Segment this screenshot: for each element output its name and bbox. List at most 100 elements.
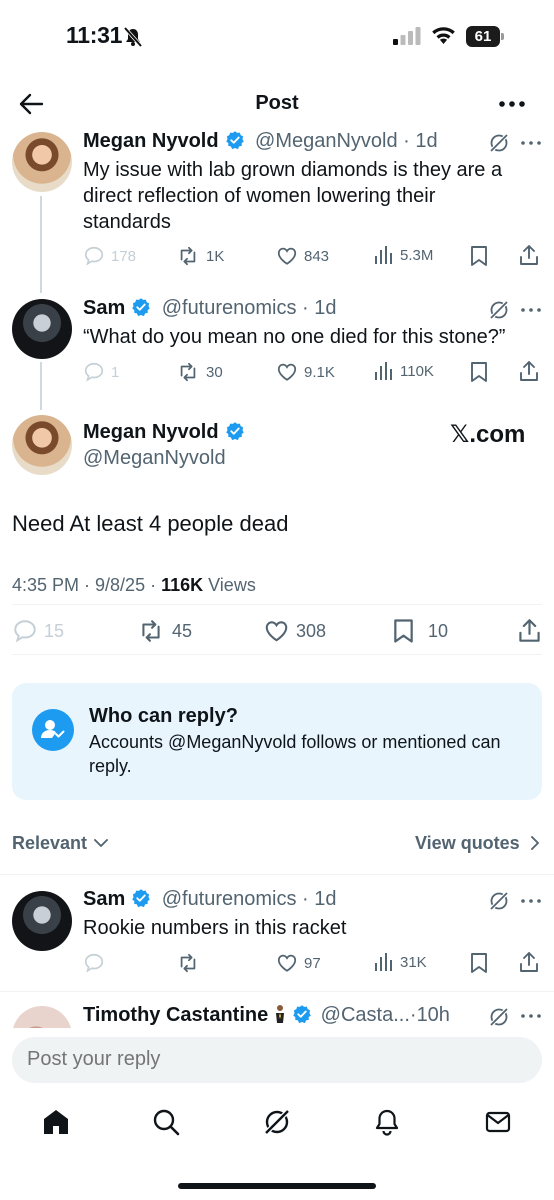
verified-badge-icon <box>293 1005 311 1024</box>
reply-bubble-icon <box>14 620 36 643</box>
thread-connector <box>40 362 42 410</box>
thread-connector <box>40 196 42 293</box>
verified-badge-icon <box>132 298 150 317</box>
battery-level: 61 <box>474 28 492 45</box>
view-count: 116K <box>161 575 204 595</box>
bookmark-button[interactable] <box>470 361 488 383</box>
tweet-more-button[interactable] <box>521 899 541 903</box>
share-button[interactable] <box>518 618 541 643</box>
suit-emoji-icon <box>276 1005 285 1023</box>
avatar[interactable] <box>12 132 72 192</box>
views-button[interactable]: 110K <box>374 361 434 381</box>
post-text: Need At least 4 people dead <box>12 511 289 536</box>
repost-button[interactable]: 1K <box>176 245 224 267</box>
nav-search-button[interactable] <box>152 1108 180 1136</box>
tweet-text: My issue with lab grown diamonds is they… <box>83 159 503 233</box>
grok-icon <box>489 1007 509 1027</box>
heart-icon <box>277 247 297 265</box>
reply-button[interactable]: 178 <box>83 245 136 267</box>
share-icon <box>519 619 540 642</box>
analytics-bars-icon <box>375 246 392 264</box>
repost-button[interactable] <box>176 952 200 974</box>
battery-indicator: 61 <box>466 26 504 47</box>
bookmark-icon <box>471 953 487 973</box>
verified-badge-icon <box>225 131 244 150</box>
author-name[interactable]: Timothy Castantine <box>83 1004 268 1026</box>
home-icon <box>44 1110 68 1134</box>
home-indicator <box>178 1183 376 1189</box>
search-icon <box>153 1109 180 1136</box>
reply-text: Rookie numbers in this racket <box>83 917 347 939</box>
repost-button[interactable]: 30 <box>176 361 223 383</box>
avatar[interactable] <box>12 415 72 475</box>
author-name[interactable]: Sam <box>83 888 125 910</box>
reply-button[interactable] <box>83 952 105 974</box>
reply-bubble-icon <box>84 953 104 973</box>
reply-bubble-icon <box>84 246 104 266</box>
reply-author-line: Sam @futurenomics · 1d <box>83 888 337 910</box>
tweet-text: “What do you mean no one died for this s… <box>83 326 506 348</box>
tweet-author-line: Megan Nyvold @MeganNyvold · 1d <box>83 130 438 152</box>
tweet-more-button[interactable] <box>521 1014 541 1018</box>
bookmark-button[interactable] <box>470 952 488 974</box>
heart-icon <box>265 621 288 642</box>
nav-home-button[interactable] <box>42 1108 70 1136</box>
grok-button[interactable] <box>489 300 509 320</box>
more-dots-icon <box>521 141 541 145</box>
page-title: Post <box>255 92 299 114</box>
share-icon <box>520 361 538 381</box>
bookmark-button[interactable]: 10 <box>393 618 448 644</box>
author-name[interactable]: Sam <box>83 297 125 319</box>
post-age: 10h <box>416 1004 450 1026</box>
views-button[interactable]: 31K <box>374 952 427 972</box>
back-button[interactable] <box>18 91 44 117</box>
repost-icon <box>180 246 196 266</box>
nav-grok-button[interactable] <box>263 1108 291 1136</box>
chevron-right-icon <box>530 836 539 850</box>
tweet-more-button[interactable] <box>521 141 541 145</box>
divider <box>12 604 542 605</box>
avatar[interactable] <box>12 1006 72 1028</box>
share-button[interactable] <box>519 360 539 382</box>
reply-button[interactable]: 15 <box>12 618 64 644</box>
heart-icon <box>277 954 297 972</box>
like-button[interactable]: 97 <box>276 952 321 974</box>
bookmark-button[interactable] <box>470 245 488 267</box>
mention-user-icon <box>32 709 74 751</box>
status-time: 11:31 <box>66 22 123 48</box>
sort-relevant-dropdown[interactable]: Relevant <box>12 833 109 854</box>
grok-icon <box>489 133 509 153</box>
more-dots-icon <box>521 1014 541 1018</box>
post-age: 1d <box>314 297 337 319</box>
like-button[interactable]: 308 <box>263 618 326 644</box>
tweet-more-button[interactable] <box>521 308 541 312</box>
share-button[interactable] <box>519 951 539 973</box>
views-button[interactable]: 5.3M <box>374 245 433 265</box>
repost-button[interactable]: 45 <box>136 618 192 644</box>
repost-icon <box>180 953 196 973</box>
grok-icon <box>489 300 509 320</box>
avatar[interactable] <box>12 299 72 359</box>
reply-button[interactable]: 1 <box>83 361 119 383</box>
author-name[interactable]: Megan Nyvold <box>83 130 219 152</box>
chevron-down-icon <box>94 839 109 847</box>
author-name[interactable]: Megan Nyvold <box>83 421 219 443</box>
share-button[interactable] <box>519 244 539 266</box>
like-button[interactable]: 9.1K <box>276 361 335 383</box>
grok-button[interactable] <box>489 133 509 153</box>
nav-notifications-button[interactable] <box>373 1108 401 1136</box>
view-quotes-link[interactable]: View quotes <box>415 833 540 854</box>
grok-button[interactable] <box>489 1007 509 1027</box>
reply-input[interactable] <box>27 1048 507 1071</box>
tweet-author-line: Sam @futurenomics · 1d <box>83 297 337 319</box>
divider <box>0 874 554 875</box>
repost-icon <box>180 362 196 382</box>
grok-button[interactable] <box>489 891 509 911</box>
like-button[interactable]: 843 <box>276 245 329 267</box>
analytics-bars-icon <box>375 953 392 971</box>
avatar[interactable] <box>12 891 72 951</box>
nav-messages-button[interactable] <box>484 1108 512 1136</box>
silent-bell-icon <box>122 27 144 47</box>
more-dots-icon <box>499 101 525 107</box>
more-options-button[interactable] <box>499 101 525 107</box>
